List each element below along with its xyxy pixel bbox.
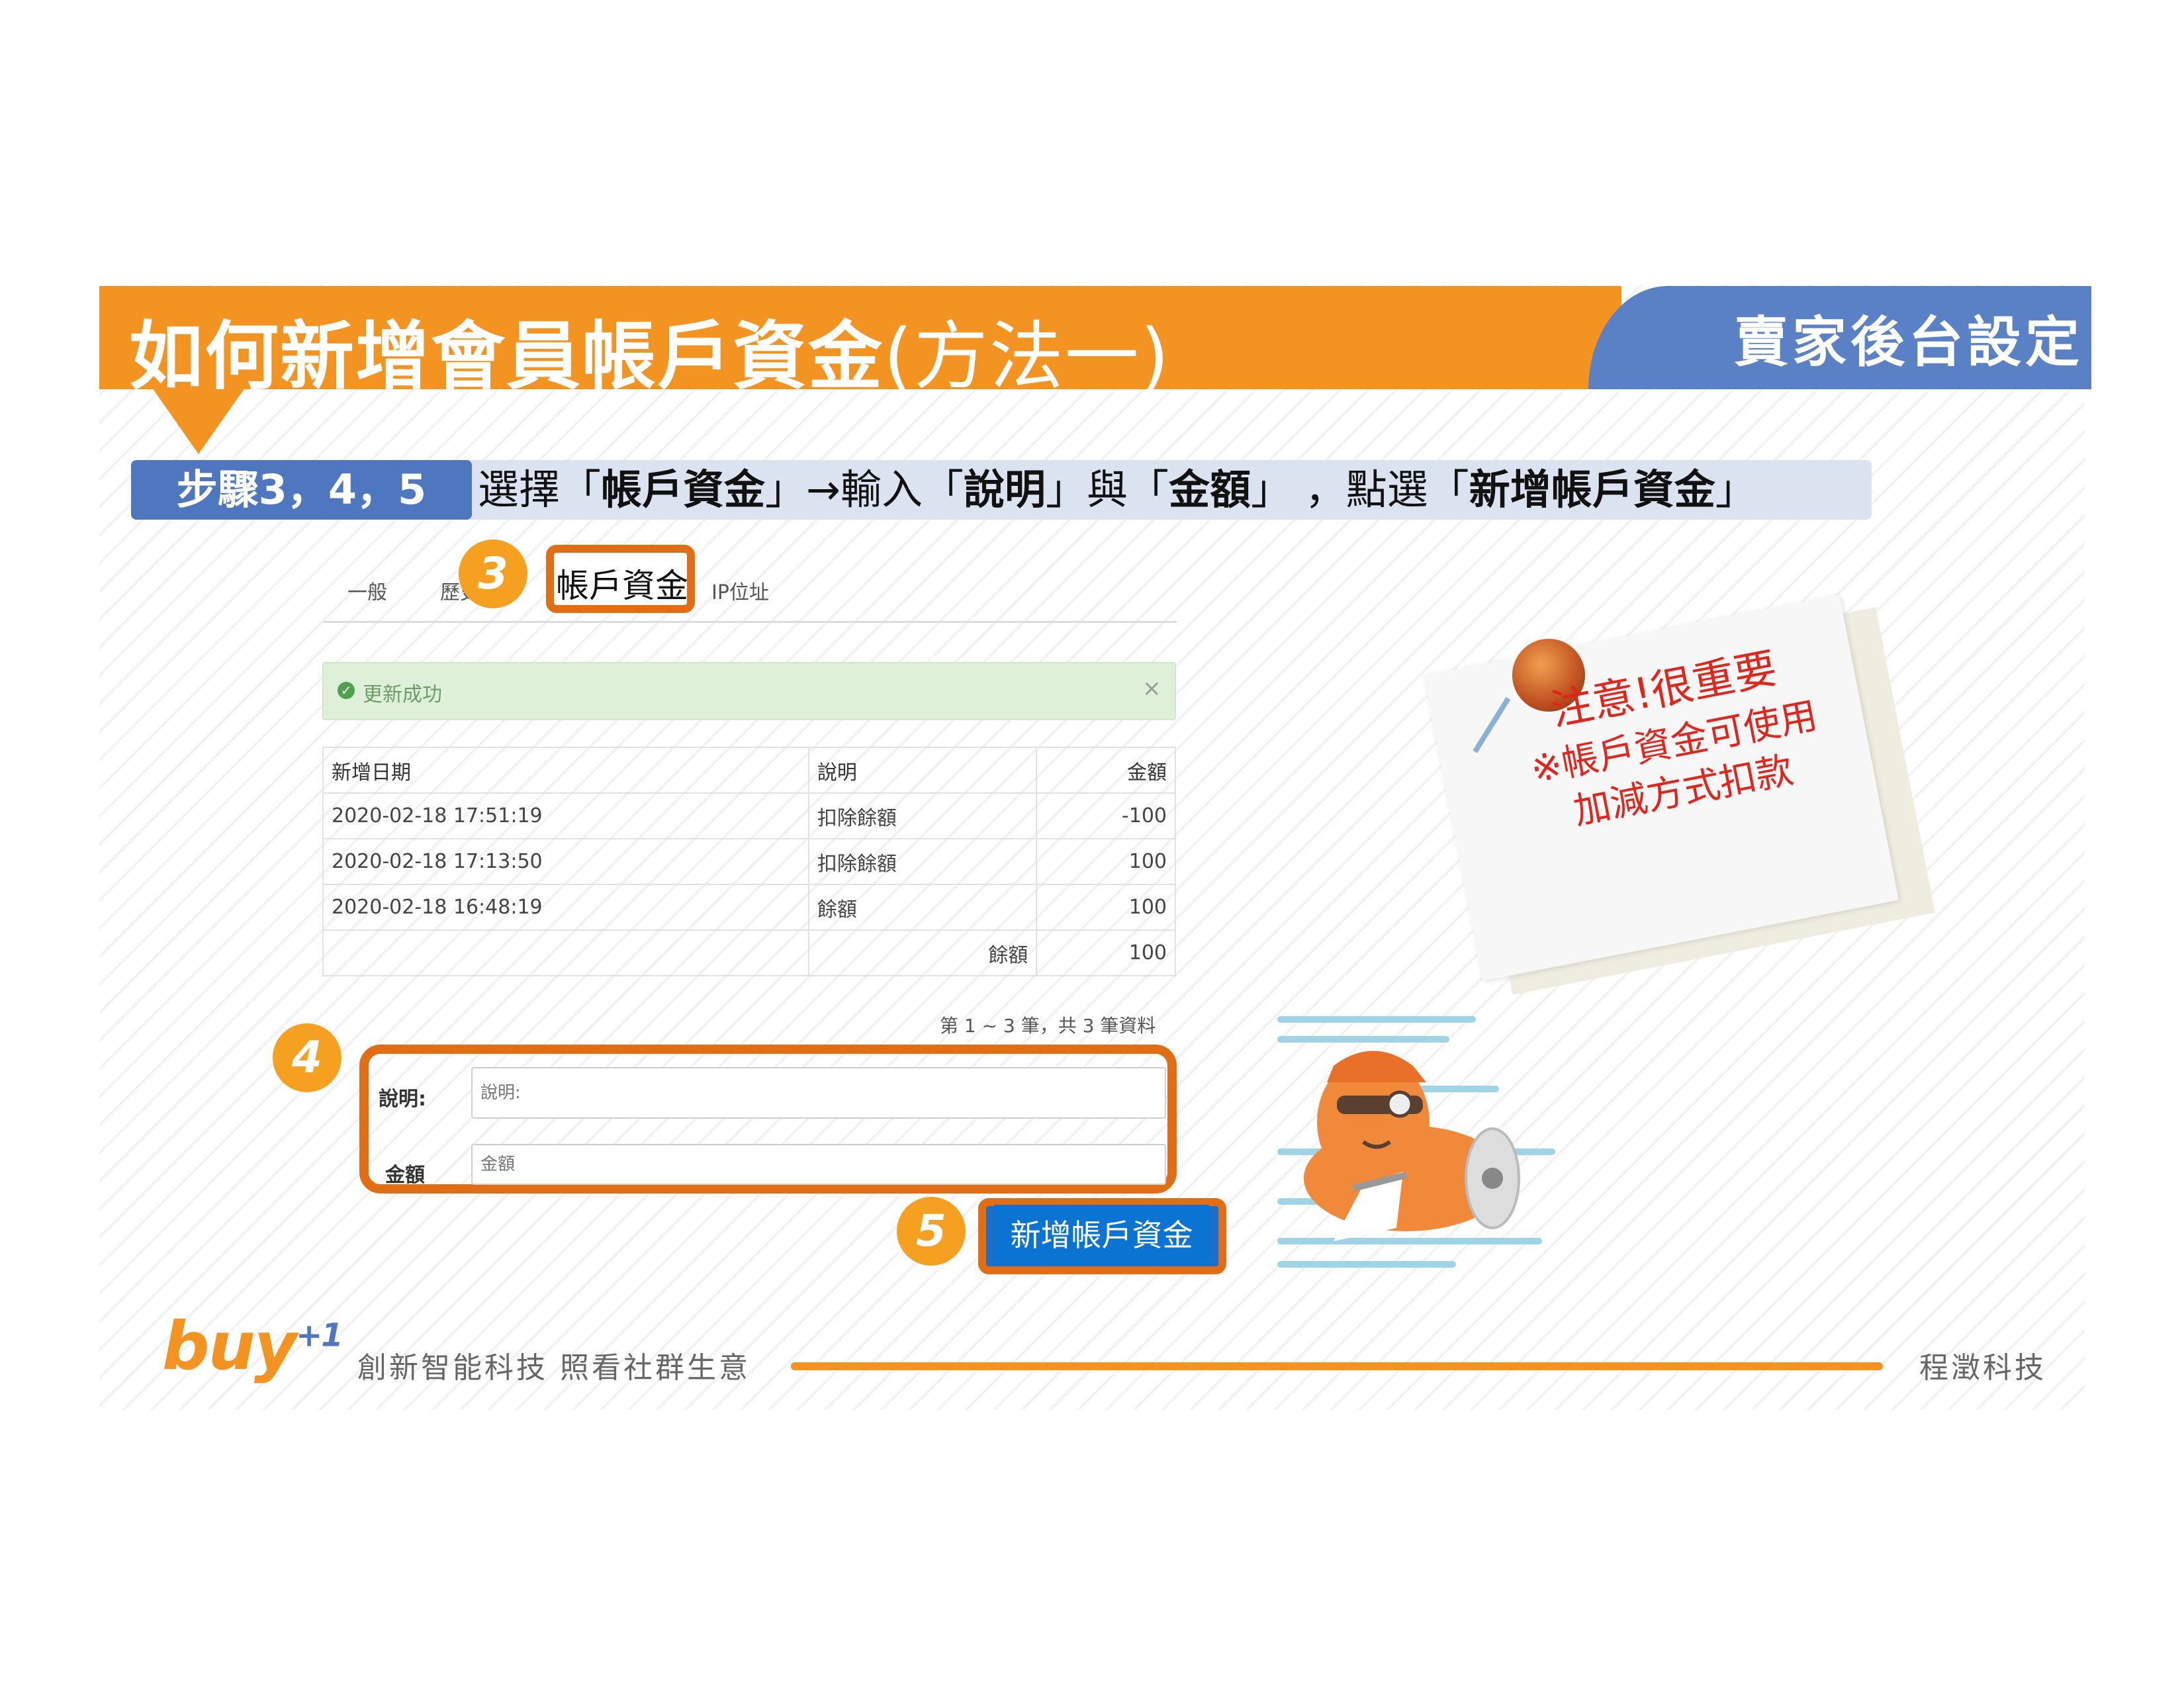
amount-input[interactable] — [471, 1144, 1166, 1185]
close-icon[interactable]: × — [1142, 675, 1161, 702]
cell-amount: 100 — [1036, 884, 1176, 931]
step-instruction: 選擇「帳戶資金」→輸入「說明」與「金額」 ，點選「新增帳戶資金」 — [478, 465, 1756, 514]
table-row: 2020-02-18 16:48:19 餘額 100 — [322, 884, 1176, 931]
add-account-funds-button[interactable]: 新增帳戶資金 — [994, 1205, 1209, 1264]
step-marker-3: 3 — [459, 539, 527, 608]
description-input[interactable] — [471, 1067, 1166, 1119]
pagination-info: 第 1 ~ 3 筆，共 3 筆資料 — [940, 1015, 1156, 1037]
step-marker-5: 5 — [897, 1197, 966, 1266]
footer-divider — [791, 1362, 1883, 1370]
funds-table: 新增日期 說明 金額 2020-02-18 17:51:19 扣除餘額 -100… — [322, 747, 1176, 976]
cell-amount: -100 — [1036, 792, 1176, 839]
table-row: 2020-02-18 17:13:50 扣除餘額 100 — [322, 838, 1176, 885]
footer-slogan: 創新智能科技 照看社群生意 — [357, 1351, 751, 1385]
footer-company: 程澂科技 — [1919, 1351, 2046, 1385]
cell-balance-value: 100 — [1036, 929, 1176, 976]
buy-plus-one-logo: buy+1 — [162, 1307, 343, 1385]
description-label: 說明: — [379, 1088, 426, 1111]
success-alert — [322, 662, 1176, 720]
column-header-date[interactable]: 新增日期 — [322, 747, 809, 794]
step-badge: 步驟3，4，5 — [131, 460, 472, 520]
table-header-row: 新增日期 說明 金額 — [322, 747, 1176, 794]
table-balance-row: 餘額 100 — [322, 929, 1176, 976]
cell-balance-label: 餘額 — [807, 929, 1038, 976]
tab-ip-address[interactable]: IP位址 — [711, 576, 769, 605]
cell-description: 扣除餘額 — [807, 838, 1038, 885]
cell-amount: 100 — [1036, 838, 1176, 885]
section-title: 賣家後台設定 — [1734, 311, 2084, 374]
cell-date: 2020-02-18 17:13:50 — [322, 838, 809, 885]
table-row: 2020-02-18 17:51:19 扣除餘額 -100 — [322, 792, 1176, 839]
column-header-description[interactable]: 說明 — [807, 747, 1038, 794]
cell-date: 2020-02-18 17:51:19 — [322, 792, 809, 839]
tab-account-funds[interactable]: 帳戶資金 — [556, 559, 688, 607]
tab-general[interactable]: 一般 — [347, 576, 387, 605]
tabs-underline — [323, 621, 1177, 623]
column-header-amount[interactable]: 金額 — [1036, 747, 1176, 794]
cell-date: 2020-02-18 16:48:19 — [322, 884, 809, 931]
cell-empty — [322, 929, 809, 976]
alert-message: 更新成功 — [363, 683, 442, 706]
amount-label: 金額 — [385, 1164, 425, 1187]
page-title: 如何新增會員帳戶資金(方法一) — [129, 314, 1171, 400]
mascot-illustration — [1277, 1016, 1555, 1268]
cell-description: 扣除餘額 — [807, 792, 1038, 839]
cell-description: 餘額 — [807, 884, 1038, 931]
step-marker-4: 4 — [273, 1023, 341, 1092]
check-icon: ✓ — [338, 682, 355, 699]
